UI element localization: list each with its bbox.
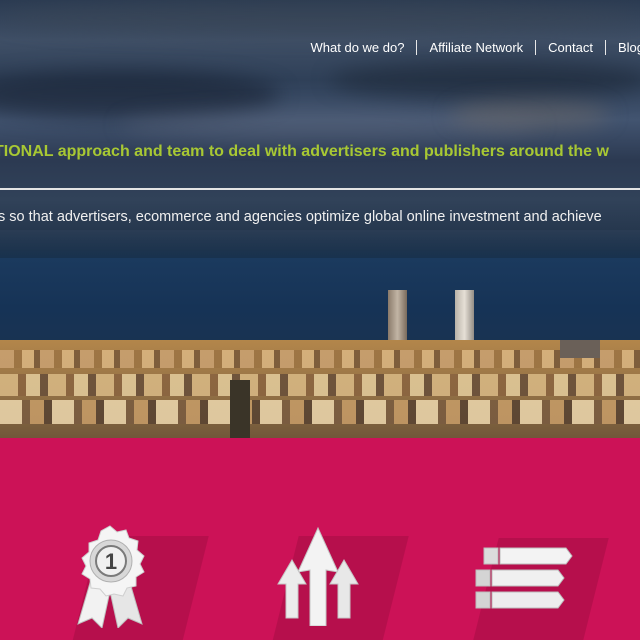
award-ribbon-icon: 1 bbox=[77, 525, 145, 628]
hero-subline: s so that advertisers, ecommerce and age… bbox=[0, 209, 602, 225]
main-nav: What do we do? Affiliate Network Contact… bbox=[311, 40, 640, 55]
nav-link-blog[interactable]: Blog bbox=[618, 40, 640, 55]
cloud bbox=[450, 100, 610, 130]
nav-link-contact[interactable]: Contact bbox=[548, 40, 593, 55]
award-digit: 1 bbox=[105, 549, 117, 574]
cloud bbox=[0, 0, 640, 35]
nav-divider bbox=[416, 40, 418, 55]
nav-link-affiliate-network[interactable]: Affiliate Network bbox=[429, 40, 523, 55]
tagline-divider bbox=[0, 188, 640, 190]
nav-divider bbox=[535, 40, 537, 55]
nav-link-what-we-do[interactable]: What do we do? bbox=[311, 40, 405, 55]
hero-tagline: TIONAL approach and team to deal with ad… bbox=[0, 143, 609, 160]
city-skyline bbox=[0, 340, 640, 440]
list-bars-icon bbox=[475, 547, 573, 609]
arrows-up-icon bbox=[277, 526, 359, 626]
features-panel: 1 bbox=[0, 438, 640, 640]
horizon-glow bbox=[0, 230, 640, 260]
nav-divider bbox=[604, 40, 606, 55]
cloud bbox=[330, 60, 640, 100]
